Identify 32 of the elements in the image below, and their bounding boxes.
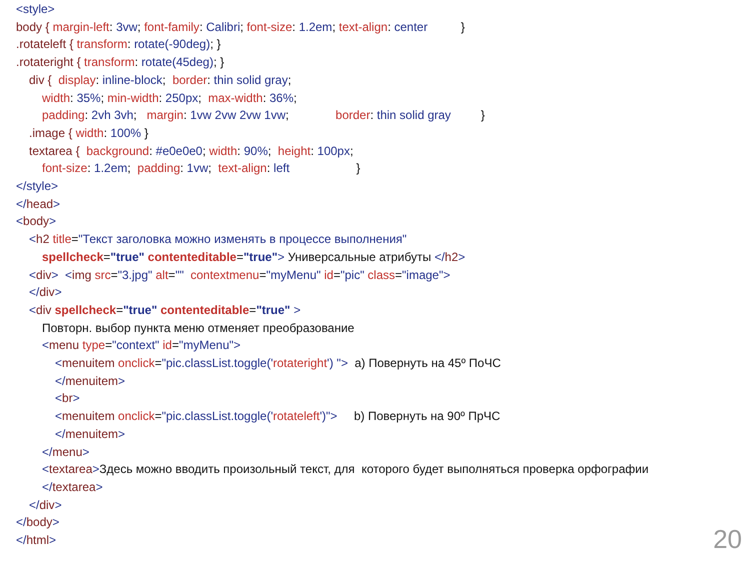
- code-line: width: 35%; min-width: 250px; max-width: 36%;: [42, 90, 297, 107]
- code-line: <textarea>Здесь можно вводить произольный текст, для которого будет выполняться проверка орфографии: [42, 461, 649, 478]
- code-line: div { display: inline-block; border: thin solid gray;: [29, 72, 292, 89]
- code-line: </textarea>: [42, 478, 103, 496]
- code-line: </head>: [16, 196, 60, 213]
- code-line: </div>: [29, 284, 62, 302]
- code-line: </menuitem>: [55, 372, 126, 390]
- code-line: </style>: [16, 178, 58, 196]
- code-line: </menu>: [42, 444, 90, 461]
- code-line: </div>: [29, 496, 62, 514]
- code-line: spellcheck="true" contenteditable="true"> Универсальные атрибуты </h2>: [42, 248, 466, 266]
- code-line: <menu type="context" id="myMenu">: [42, 337, 241, 354]
- code-line: <div spellcheck="true" contenteditable="true" >: [29, 302, 301, 319]
- code-line: .rotateright { transform: rotate(45deg); }: [16, 54, 224, 72]
- code-line: <h2 title="Текст заголовка можно изменять в процессе выполнения": [29, 231, 407, 248]
- code-line: body { margin-left: 3vw; font-family: Calibri; font-size: 1.2em; text-align: center }: [16, 18, 465, 36]
- code-line: padding: 2vh 3vh; margin: 1vw 2vw 2vw 1vw; border: thin solid gray }: [42, 107, 485, 124]
- code-line: <style>: [16, 1, 55, 18]
- code-line: .image { width: 100% }: [29, 124, 148, 142]
- code-line: .rotateleft { transform: rotate(-90deg); }: [16, 36, 221, 54]
- code-line: <menuitem onclick="pic.classList.toggle('rotateleft')"> b) Повернуть на 90º ПрЧС: [55, 408, 500, 426]
- code-line: <body>: [16, 213, 56, 230]
- code-line: </menuitem>: [55, 426, 126, 443]
- code-line: <menuitem onclick="pic.classList.toggle('rotateright') "> a) Повернуть на 45º ПоЧС: [55, 355, 501, 372]
- code-line: Повторн. выбор пункта меню отменяет преобразование: [42, 320, 354, 337]
- code-line: font-size: 1.2em; padding: 1vw; text-align: left }: [42, 160, 360, 178]
- code-line: </html>: [16, 532, 56, 550]
- code-line: </body>: [16, 514, 60, 532]
- code-line: <br>: [55, 390, 80, 408]
- code-line: <div> <img src="3.jpg" alt="" contextmenu="myMenu" id="pic" class="image">: [29, 266, 450, 284]
- code-line: textarea { background: #e0e0e0; width: 90%; height: 100px;: [29, 142, 354, 160]
- page-number: 20: [713, 524, 742, 555]
